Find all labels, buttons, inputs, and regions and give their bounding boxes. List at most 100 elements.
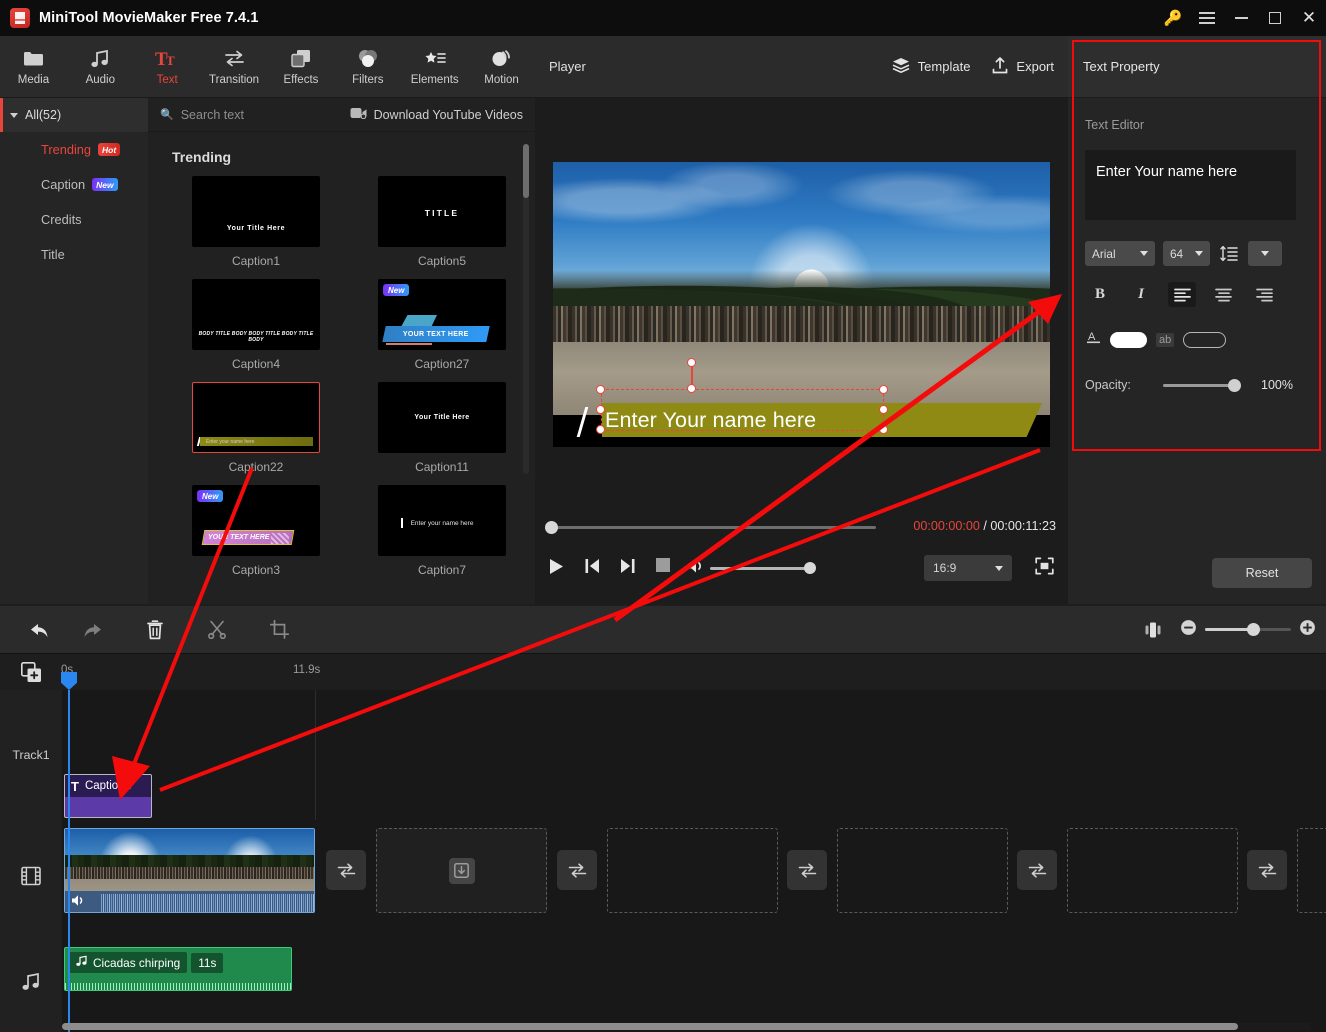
opacity-slider[interactable] bbox=[1163, 378, 1241, 392]
next-frame-icon[interactable] bbox=[620, 558, 635, 574]
template-card-caption5[interactable]: TITLE Caption5 bbox=[378, 176, 506, 268]
sidebar-item-trending[interactable]: Trending Hot bbox=[0, 132, 148, 167]
volume-icon[interactable] bbox=[71, 894, 86, 910]
redo-button[interactable] bbox=[66, 606, 120, 654]
resize-handle-top[interactable] bbox=[687, 384, 696, 393]
maximize-icon[interactable] bbox=[1258, 0, 1292, 36]
search-input[interactable] bbox=[180, 107, 331, 122]
media-dropzone[interactable] bbox=[1297, 828, 1326, 913]
line-spacing-icon[interactable] bbox=[1218, 245, 1240, 262]
playhead[interactable] bbox=[68, 690, 70, 1032]
video-preview[interactable]: Enter Your name here bbox=[553, 162, 1050, 447]
resize-handle-right[interactable] bbox=[879, 405, 888, 414]
tool-media[interactable]: Media bbox=[0, 36, 67, 98]
align-right-icon[interactable] bbox=[1250, 282, 1278, 307]
template-card-caption7[interactable]: Enter your name here Caption7 bbox=[378, 485, 506, 577]
template-thumbnail[interactable]: New YOUR TEXT HERE bbox=[378, 279, 506, 350]
close-icon[interactable]: ✕ bbox=[1292, 0, 1326, 36]
tool-filters[interactable]: Filters bbox=[334, 36, 401, 98]
outline-ab-icon[interactable]: ab bbox=[1156, 332, 1175, 347]
media-dropzone[interactable] bbox=[837, 828, 1008, 913]
tool-motion[interactable]: Motion bbox=[468, 36, 535, 98]
italic-button[interactable]: I bbox=[1127, 282, 1155, 307]
bold-button[interactable]: B bbox=[1086, 282, 1114, 307]
template-card-caption1[interactable]: Your Title Here Caption1 bbox=[192, 176, 320, 268]
transition-slot[interactable] bbox=[326, 850, 366, 890]
template-thumbnail[interactable]: Enter your name here bbox=[378, 485, 506, 556]
sidebar-item-caption[interactable]: Caption New bbox=[0, 167, 148, 202]
sidebar-item-title[interactable]: Title bbox=[0, 237, 148, 272]
template-card-caption11[interactable]: Your Title Here Caption11 bbox=[378, 382, 506, 474]
template-card-caption22[interactable]: Enter your name here Caption22 bbox=[192, 382, 320, 474]
font-size-select[interactable]: 64 bbox=[1163, 241, 1210, 266]
volume-icon[interactable] bbox=[687, 558, 706, 574]
hamburger-menu-icon[interactable] bbox=[1190, 0, 1224, 36]
rotate-handle[interactable] bbox=[687, 358, 696, 367]
font-family-select[interactable]: Arial bbox=[1085, 241, 1155, 266]
play-icon[interactable] bbox=[549, 558, 564, 575]
crop-button[interactable] bbox=[252, 606, 306, 654]
align-center-icon[interactable] bbox=[1209, 282, 1237, 307]
volume-slider[interactable] bbox=[710, 567, 812, 570]
delete-button[interactable] bbox=[128, 606, 182, 654]
audio-clip[interactable]: Cicadas chirping 11s bbox=[64, 947, 292, 991]
opacity-handle[interactable] bbox=[1228, 378, 1241, 392]
tool-elements[interactable]: Elements bbox=[401, 36, 468, 98]
previous-frame-icon[interactable] bbox=[585, 558, 600, 574]
add-media-icon[interactable] bbox=[0, 654, 62, 690]
template-thumbnail[interactable]: Your Title Here bbox=[378, 382, 506, 453]
timeline-zoom-slider[interactable] bbox=[1205, 623, 1291, 636]
text-editor-input[interactable] bbox=[1085, 150, 1296, 220]
transition-slot[interactable] bbox=[557, 850, 597, 890]
tool-audio[interactable]: Audio bbox=[67, 36, 134, 98]
reset-button[interactable]: Reset bbox=[1212, 558, 1312, 588]
text-outline-color-swatch[interactable] bbox=[1183, 331, 1227, 348]
zoom-slider-handle[interactable] bbox=[1247, 623, 1260, 636]
library-scrollbar[interactable] bbox=[523, 144, 529, 474]
fullscreen-icon[interactable] bbox=[1035, 557, 1054, 580]
export-button[interactable]: Export bbox=[992, 56, 1054, 77]
template-card-caption3[interactable]: New YOUR TEXT HERE Caption3 bbox=[192, 485, 320, 577]
resize-handle-top-left[interactable] bbox=[596, 385, 605, 394]
template-thumbnail[interactable]: BODY TITLE BODY BODY TITLE BODY TITLE BO… bbox=[192, 279, 320, 350]
resize-handle-bottom-left[interactable] bbox=[596, 425, 605, 434]
template-thumbnail[interactable]: New YOUR TEXT HERE bbox=[192, 485, 320, 556]
text-fill-color-swatch[interactable] bbox=[1110, 331, 1147, 348]
split-view-icon[interactable] bbox=[1126, 606, 1180, 654]
stop-icon[interactable] bbox=[656, 558, 670, 572]
media-dropzone[interactable] bbox=[607, 828, 778, 913]
zoom-in-icon[interactable] bbox=[1299, 619, 1316, 641]
seek-bar[interactable] bbox=[548, 526, 876, 529]
template-thumbnail[interactable]: TITLE bbox=[378, 176, 506, 247]
video-clip[interactable] bbox=[64, 828, 315, 913]
timeline-horizontal-scrollbar[interactable] bbox=[62, 1023, 1310, 1030]
resize-handle-bottom-right[interactable] bbox=[879, 425, 888, 434]
zoom-out-icon[interactable] bbox=[1180, 619, 1197, 641]
selection-box[interactable] bbox=[601, 389, 884, 431]
template-card-caption27[interactable]: New YOUR TEXT HERE Caption27 bbox=[378, 279, 506, 371]
scrollbar-thumb[interactable] bbox=[62, 1023, 1238, 1030]
media-dropzone[interactable] bbox=[1067, 828, 1238, 913]
sidebar-item-credits[interactable]: Credits bbox=[0, 202, 148, 237]
template-card-caption4[interactable]: BODY TITLE BODY BODY TITLE BODY TITLE BO… bbox=[192, 279, 320, 371]
transition-slot[interactable] bbox=[787, 850, 827, 890]
undo-button[interactable] bbox=[12, 606, 66, 654]
aspect-ratio-select[interactable]: 16:9 bbox=[924, 555, 1012, 581]
seek-handle[interactable] bbox=[545, 521, 558, 534]
scrollbar-thumb[interactable] bbox=[523, 144, 529, 198]
tool-transition[interactable]: Transition bbox=[201, 36, 268, 98]
volume-handle[interactable] bbox=[804, 562, 816, 574]
template-thumbnail[interactable]: Your Title Here bbox=[192, 176, 320, 247]
transition-slot[interactable] bbox=[1247, 850, 1287, 890]
media-dropzone[interactable] bbox=[376, 828, 547, 913]
tool-text[interactable]: TT Text bbox=[134, 36, 201, 98]
minimize-icon[interactable] bbox=[1224, 0, 1258, 36]
split-button[interactable] bbox=[190, 606, 244, 654]
all-templates-row[interactable]: All(52) bbox=[0, 98, 148, 132]
download-youtube-videos-button[interactable]: Download YouTube Videos bbox=[350, 107, 523, 122]
more-options-select[interactable] bbox=[1248, 241, 1282, 266]
resize-handle-left[interactable] bbox=[596, 405, 605, 414]
align-left-icon[interactable] bbox=[1168, 282, 1196, 307]
transition-slot[interactable] bbox=[1017, 850, 1057, 890]
text-color-A-icon[interactable]: A bbox=[1086, 329, 1101, 350]
